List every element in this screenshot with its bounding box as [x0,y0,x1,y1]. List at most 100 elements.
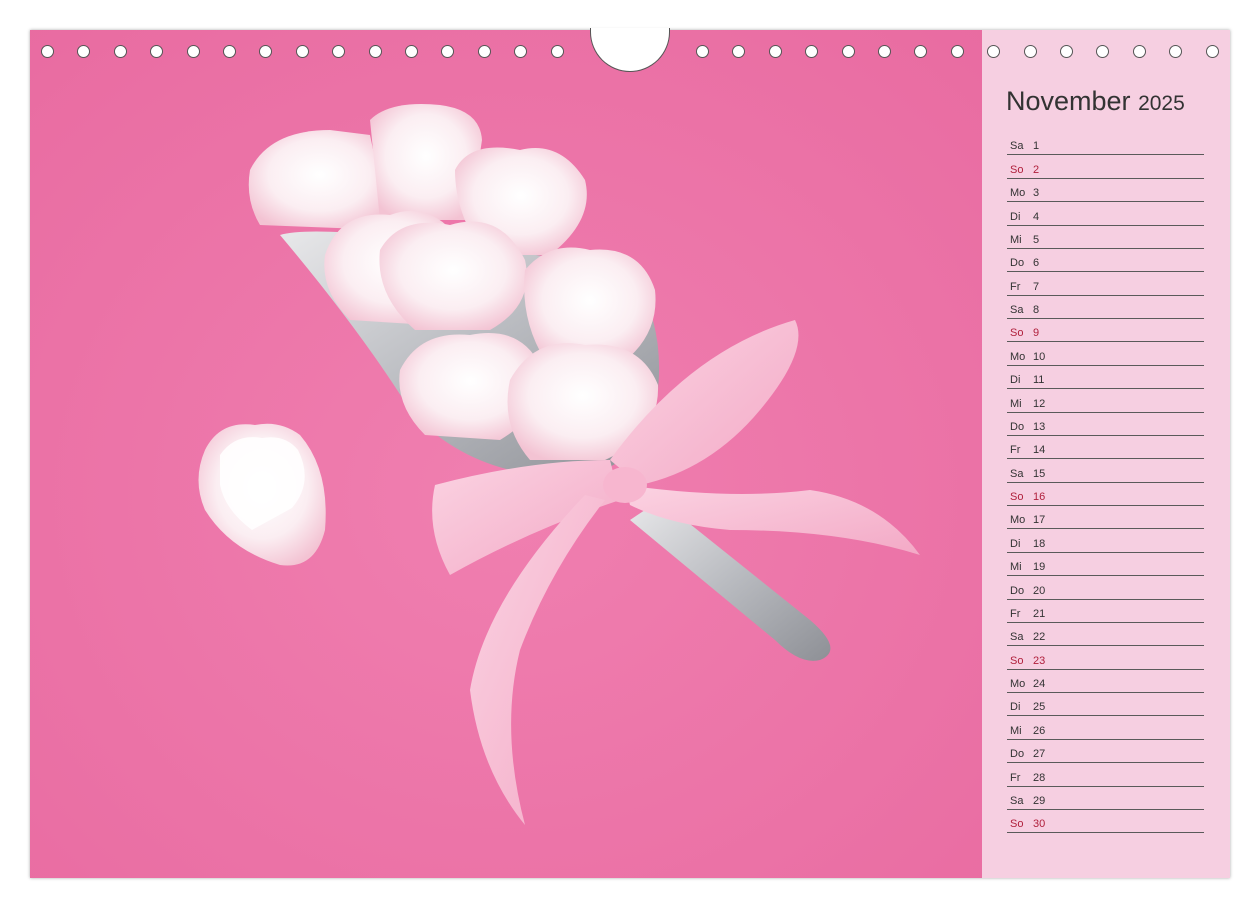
day-row: Sa 15 [1007,459,1204,483]
calendar-page: November 2025 Sa 1 So 2 Mo 3 Di 4 Mi 5 Do 6 Fr 7 Sa 8 So… [30,30,1230,878]
binding-hole [914,45,928,58]
spiral-binding [30,28,1230,72]
weekday-label: So [1010,163,1024,176]
day-list: Sa 1 So 2 Mo 3 Di 4 Mi 5 Do 6 Fr 7 Sa 8 So 9 Mo 10 Di 11 Mi 12 D… [1007,132,1204,834]
weekday-label: Fr [1010,444,1021,457]
day-number: 7 [1033,280,1040,293]
day-row: Do 20 [1007,576,1204,600]
binding-hole [514,45,528,58]
binding-hole [1205,45,1219,58]
weekday-label: Mi [1010,233,1022,246]
day-number: 1 [1033,140,1040,153]
binding-hole [768,45,782,58]
weekday-label: Di [1010,210,1021,223]
day-number: 9 [1033,327,1040,340]
month-title: November 2025 [1006,86,1185,117]
day-number: 4 [1033,210,1040,223]
weekday-label: Sa [1010,467,1024,480]
hanger-notch [590,28,670,72]
day-number: 29 [1033,794,1046,807]
day-row: Do 13 [1007,413,1204,436]
day-number: 10 [1033,350,1046,363]
weekday-label: Sa [1010,631,1024,644]
weekday-label: Di [1010,701,1021,714]
day-row: Di 11 [1007,366,1204,390]
day-number: 17 [1033,514,1046,527]
weekday-label: Do [1010,257,1025,270]
binding-hole [732,45,746,58]
day-number: 15 [1033,467,1046,480]
day-row: Di 4 [1007,202,1204,226]
day-row: Mi 19 [1007,553,1204,577]
weekday-label: Fr [1010,771,1021,784]
day-row: So 30 [1007,810,1204,834]
day-row: So 23 [1007,646,1204,670]
binding-hole [1023,45,1037,58]
weekday-label: Mi [1010,724,1022,737]
binding-hole [805,45,819,58]
binding-hole [41,45,54,58]
weekday-label: Fr [1010,607,1021,620]
weekday-label: Do [1010,584,1025,597]
weekday-label: Mi [1010,561,1022,574]
binding-hole [441,45,455,58]
weekday-label: Sa [1010,140,1024,153]
day-number: 23 [1033,654,1046,667]
binding-hole [113,45,127,58]
binding-hole [295,45,309,58]
day-number: 3 [1033,187,1040,200]
day-number: 8 [1033,304,1040,316]
day-row: Do 27 [1007,740,1204,764]
day-row: Fr 7 [1007,272,1204,296]
weekday-label: Fr [1010,280,1021,293]
day-row: Di 18 [1007,529,1204,553]
binding-hole [1096,45,1110,58]
binding-hole [878,45,891,58]
binding-hole [1060,45,1073,58]
day-number: 22 [1033,631,1046,644]
day-row: Mi 5 [1007,226,1204,249]
day-row: Mi 26 [1007,716,1204,740]
binding-hole [550,45,564,58]
day-number: 6 [1033,257,1040,270]
weekday-label: So [1010,491,1024,503]
weekday-label: Di [1010,537,1021,550]
day-number: 16 [1033,491,1046,503]
binding-hole [332,45,346,58]
day-row: Mo 10 [1007,342,1204,366]
month-name: November [1006,86,1131,116]
day-row: Do 6 [1007,249,1204,273]
day-row: Mo 3 [1007,179,1204,203]
marshmallow-illustration [30,30,982,878]
day-row: Mi 12 [1007,389,1204,413]
day-row: Fr 14 [1007,436,1204,460]
binding-hole [987,45,1001,58]
binding-hole [223,45,236,58]
day-row: Sa 8 [1007,296,1204,319]
day-number: 11 [1033,374,1045,387]
day-number: 21 [1033,607,1046,620]
day-row: Sa 22 [1007,623,1204,647]
binding-hole [696,45,709,58]
weekday-label: Mo [1010,350,1026,363]
weekday-label: Do [1010,748,1025,761]
binding-hole [477,45,491,58]
day-row: Mo 24 [1007,670,1204,693]
day-number: 2 [1033,163,1040,176]
day-row: Mo 17 [1007,506,1204,530]
binding-hole [150,45,164,58]
day-number: 14 [1033,444,1046,457]
day-number: 18 [1033,537,1046,550]
day-row: Sa 1 [1007,132,1204,156]
day-row: Di 25 [1007,693,1204,717]
binding-hole [259,45,273,58]
weekday-label: Mo [1010,514,1026,527]
binding-hole [368,45,382,58]
day-row: Fr 28 [1007,763,1204,787]
weekday-label: Sa [1010,304,1024,316]
weekday-label: So [1010,818,1024,831]
binding-hole [1169,45,1183,58]
binding-hole [186,45,200,58]
day-number: 26 [1033,724,1046,737]
day-number: 20 [1033,584,1046,597]
